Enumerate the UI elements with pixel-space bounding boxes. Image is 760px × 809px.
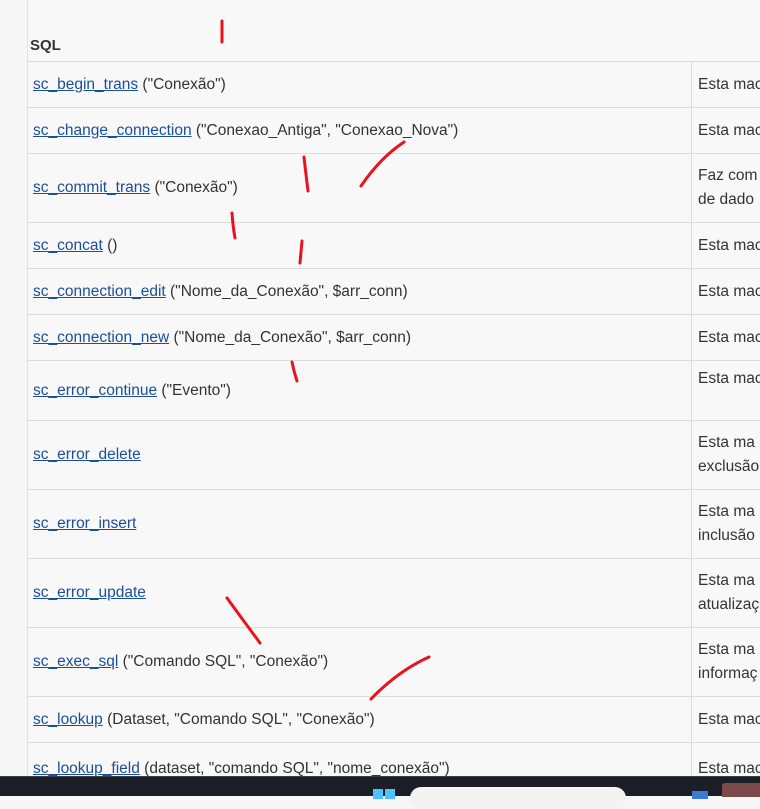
macro-parameters: ("Conexao_Antiga", "Conexao_Nova") xyxy=(192,122,459,139)
macro-parameters: ("Nome_da_Conexão", $arr_conn) xyxy=(169,329,411,346)
macro-description-cell: Esta mac xyxy=(692,315,760,361)
macro-description-text: de dado xyxy=(698,188,760,212)
table-row: sc_concat ()Esta mac xyxy=(27,223,760,269)
macro-description-text: Esta mac xyxy=(698,367,760,391)
macro-link[interactable]: sc_connection_edit xyxy=(33,283,166,300)
macro-signature-cell: sc_commit_trans ("Conexão") xyxy=(27,154,692,223)
macro-parameters: (Dataset, "Comando SQL", "Conexão") xyxy=(103,711,375,728)
macro-description-cell: Esta mac xyxy=(692,269,760,315)
macro-signature-cell: sc_connection_new ("Nome_da_Conexão", $a… xyxy=(27,315,692,361)
macro-description-text: Esta ma xyxy=(698,569,760,593)
macro-link[interactable]: sc_exec_sql xyxy=(33,653,118,670)
macro-description-cell: Faz comde dado xyxy=(692,154,760,223)
macro-description-text xyxy=(698,391,760,415)
macro-description-cell: Esta mainformaç xyxy=(692,628,760,697)
macro-link[interactable]: sc_error_insert xyxy=(33,515,136,532)
macro-signature-cell: sc_change_connection ("Conexao_Antiga", … xyxy=(27,108,692,154)
table-row: sc_error_update Esta maatualizaç xyxy=(27,559,760,628)
macro-description-text: Esta ma xyxy=(698,500,760,524)
table-row: sc_commit_trans ("Conexão")Faz comde dad… xyxy=(27,154,760,223)
macro-description-cell: Esta maexclusão xyxy=(692,421,760,490)
macro-description-text: Esta ma xyxy=(698,638,760,662)
macro-description-text: exclusão xyxy=(698,455,760,479)
macro-signature-cell: sc_error_delete xyxy=(27,421,692,490)
macro-parameters: () xyxy=(103,237,118,254)
table-row: sc_error_delete Esta maexclusão xyxy=(27,421,760,490)
macro-description-text: atualizaç xyxy=(698,593,760,617)
macro-parameters: ("Conexão") xyxy=(150,179,238,196)
macro-link[interactable]: sc_commit_trans xyxy=(33,179,150,196)
macro-link[interactable]: sc_connection_new xyxy=(33,329,169,346)
macro-signature-cell: sc_begin_trans ("Conexão") xyxy=(27,62,692,108)
macro-link[interactable]: sc_error_update xyxy=(33,584,146,601)
table-row: sc_error_continue ("Evento")Esta mac xyxy=(27,361,760,421)
windows-start-icon[interactable] xyxy=(373,789,395,799)
macro-signature-cell: sc_lookup (Dataset, "Comando SQL", "Cone… xyxy=(27,697,692,743)
macro-link[interactable]: sc_change_connection xyxy=(33,122,192,139)
macro-description-text: Esta mac xyxy=(698,73,760,97)
macro-description-cell: Esta mac xyxy=(692,108,760,154)
table-row: sc_change_connection ("Conexao_Antiga", … xyxy=(27,108,760,154)
macro-description-cell: Esta mac xyxy=(692,361,760,421)
macro-description-text: Esta mac xyxy=(698,234,760,258)
macro-description-text: Esta mac xyxy=(698,119,760,143)
macro-parameters: ("Conexão") xyxy=(138,76,226,93)
macro-description-text: inclusão xyxy=(698,524,760,548)
table-row: sc_begin_trans ("Conexão")Esta mac xyxy=(27,62,760,108)
macro-description-cell: Esta mac xyxy=(692,697,760,743)
macro-description-cell: Esta mac xyxy=(692,62,760,108)
macro-link[interactable]: sc_error_delete xyxy=(33,446,141,463)
table-row: sc_connection_new ("Nome_da_Conexão", $a… xyxy=(27,315,760,361)
table-row: sc_lookup (Dataset, "Comando SQL", "Cone… xyxy=(27,697,760,743)
macro-link[interactable]: sc_lookup_field xyxy=(33,760,140,777)
macro-description-cell: Esta mainclusão xyxy=(692,490,760,559)
macro-link[interactable]: sc_lookup xyxy=(33,711,103,728)
macro-parameters: ("Evento") xyxy=(157,382,231,399)
macro-signature-cell: sc_error_update xyxy=(27,559,692,628)
table-row: sc_connection_edit ("Nome_da_Conexão", $… xyxy=(27,269,760,315)
macro-description-text: Esta mac xyxy=(698,280,760,304)
taskbar-app-icon[interactable] xyxy=(690,789,710,799)
macro-description-text: informaç xyxy=(698,662,760,686)
macro-signature-cell: sc_connection_edit ("Nome_da_Conexão", $… xyxy=(27,269,692,315)
macro-link[interactable]: sc_error_continue xyxy=(33,382,157,399)
macro-description-text: Esta mac xyxy=(698,708,760,732)
macro-parameters: ("Comando SQL", "Conexão") xyxy=(118,653,328,670)
macro-signature-cell: sc_error_continue ("Evento") xyxy=(27,361,692,421)
macro-link[interactable]: sc_begin_trans xyxy=(33,76,138,93)
macro-parameters: (dataset, "comando SQL", "nome_conexão") xyxy=(140,760,450,777)
macro-table: sc_begin_trans ("Conexão")Esta macsc_cha… xyxy=(27,61,760,783)
macro-description-cell: Esta maatualizaç xyxy=(692,559,760,628)
table-row: sc_exec_sql ("Comando SQL", "Conexão")Es… xyxy=(27,628,760,697)
section-title-sql: SQL xyxy=(30,37,61,54)
macro-parameters: ("Nome_da_Conexão", $arr_conn) xyxy=(166,283,408,300)
os-taskbar xyxy=(0,776,760,796)
macro-signature-cell: sc_exec_sql ("Comando SQL", "Conexão") xyxy=(27,628,692,697)
macro-signature-cell: sc_concat () xyxy=(27,223,692,269)
macro-description-cell: Esta mac xyxy=(692,223,760,269)
macro-description-text: Faz com xyxy=(698,164,760,188)
macro-link[interactable]: sc_concat xyxy=(33,237,103,254)
macro-description-text: Esta mac xyxy=(698,326,760,350)
table-row: sc_error_insert Esta mainclusão xyxy=(27,490,760,559)
taskbar-search-box[interactable] xyxy=(410,787,626,809)
macro-description-text: Esta ma xyxy=(698,431,760,455)
macro-signature-cell: sc_error_insert xyxy=(27,490,692,559)
